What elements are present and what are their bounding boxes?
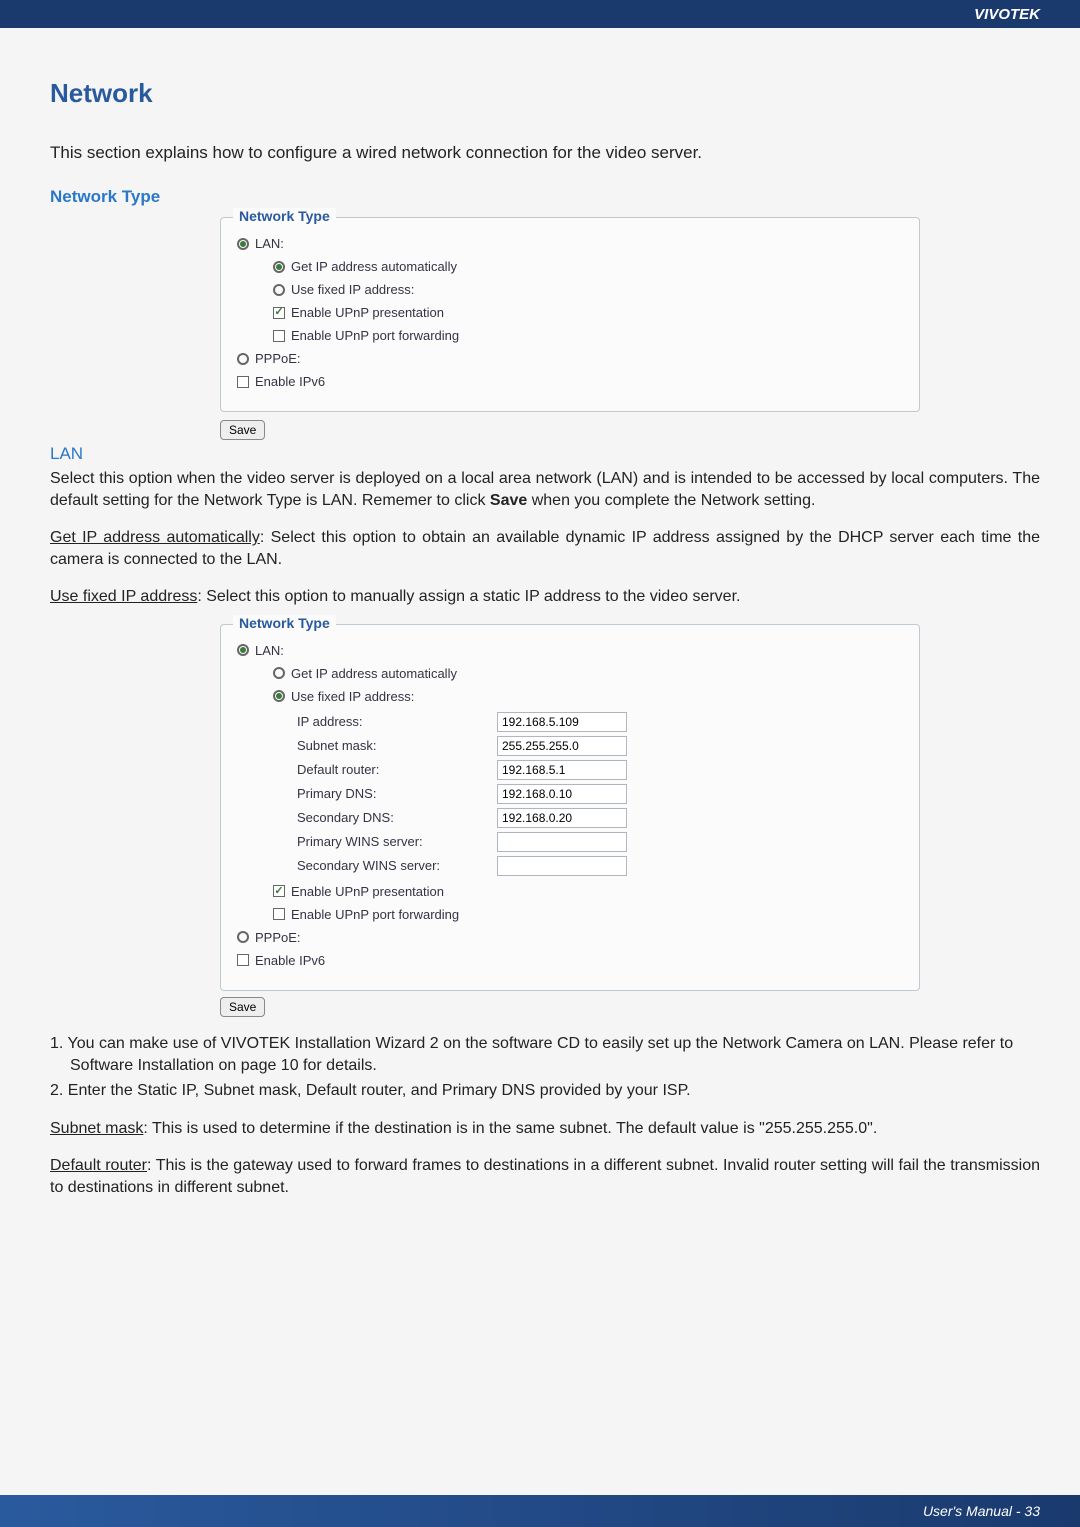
secondary-wins-label: Secondary WINS server: (297, 858, 497, 873)
note-1: 1. You can make use of VIVOTEK Installat… (50, 1033, 1040, 1076)
usefixed-description: Use fixed IP address: Select this option… (50, 586, 1040, 608)
subnet-mask-input[interactable] (497, 736, 627, 756)
primary-wins-input[interactable] (497, 832, 627, 852)
ipv6-label-2: Enable IPv6 (255, 953, 325, 968)
note-2: 2. Enter the Static IP, Subnet mask, Def… (50, 1080, 1040, 1102)
lan-label: LAN: (255, 236, 284, 251)
primary-wins-label: Primary WINS server: (297, 834, 497, 849)
network-type-box-2: Network Type LAN: Get IP address automat… (220, 624, 920, 991)
brand-logo: VIVOTEK (974, 6, 1040, 23)
network-type-legend-2: Network Type (233, 615, 336, 631)
network-type-box-1: Network Type LAN: Get IP address automat… (220, 217, 920, 412)
default-router-label: Default router: (297, 762, 497, 777)
pppoe-label-2: PPPoE: (255, 930, 301, 945)
radio-lan[interactable] (237, 238, 249, 250)
checkbox-upnp-port-2[interactable] (273, 908, 285, 920)
upnp-presentation-label: Enable UPnP presentation (291, 305, 444, 320)
primary-dns-input[interactable] (497, 784, 627, 804)
upnp-presentation-label-2: Enable UPnP presentation (291, 884, 444, 899)
upnp-port-label: Enable UPnP port forwarding (291, 328, 459, 343)
pppoe-label: PPPoE: (255, 351, 301, 366)
default-router-description: Default router: This is the gateway used… (50, 1155, 1040, 1198)
radio-lan-2[interactable] (237, 644, 249, 656)
lan-heading: LAN (50, 444, 1040, 464)
save-button-1[interactable]: Save (220, 420, 265, 440)
primary-dns-label: Primary DNS: (297, 786, 497, 801)
secondary-dns-label: Secondary DNS: (297, 810, 497, 825)
radio-pppoe[interactable] (237, 353, 249, 365)
subnet-mask-label: Subnet mask: (297, 738, 497, 753)
checkbox-ipv6-2[interactable] (237, 954, 249, 966)
network-type-heading: Network Type (50, 187, 1040, 207)
top-banner: VIVOTEK (0, 0, 1080, 28)
getip-description: Get IP address automatically: Select thi… (50, 527, 1040, 570)
page-footer: User's Manual - 33 (0, 1495, 1080, 1527)
ip-address-input[interactable] (497, 712, 627, 732)
radio-use-fixed[interactable] (273, 284, 285, 296)
footer-page-number: User's Manual - 33 (923, 1503, 1040, 1519)
checkbox-ipv6[interactable] (237, 376, 249, 388)
lan-label-2: LAN: (255, 643, 284, 658)
radio-pppoe-2[interactable] (237, 931, 249, 943)
secondary-wins-input[interactable] (497, 856, 627, 876)
intro-text: This section explains how to configure a… (50, 143, 1040, 163)
network-type-legend-1: Network Type (233, 208, 336, 224)
radio-use-fixed-2[interactable] (273, 690, 285, 702)
getip-auto-label-2: Get IP address automatically (291, 666, 457, 681)
checkbox-upnp-port[interactable] (273, 330, 285, 342)
radio-getip-auto-2[interactable] (273, 667, 285, 679)
getip-auto-label: Get IP address automatically (291, 259, 457, 274)
subnet-mask-description: Subnet mask: This is used to determine i… (50, 1118, 1040, 1140)
save-button-2[interactable]: Save (220, 997, 265, 1017)
radio-getip-auto[interactable] (273, 261, 285, 273)
ipv6-label: Enable IPv6 (255, 374, 325, 389)
default-router-input[interactable] (497, 760, 627, 780)
use-fixed-label-2: Use fixed IP address: (291, 689, 414, 704)
lan-description: Select this option when the video server… (50, 468, 1040, 511)
secondary-dns-input[interactable] (497, 808, 627, 828)
upnp-port-label-2: Enable UPnP port forwarding (291, 907, 459, 922)
ip-address-label: IP address: (297, 714, 497, 729)
checkbox-upnp-presentation[interactable] (273, 307, 285, 319)
page-title: Network (50, 78, 1040, 109)
checkbox-upnp-presentation-2[interactable] (273, 885, 285, 897)
page-content: Network This section explains how to con… (0, 28, 1080, 1295)
use-fixed-label: Use fixed IP address: (291, 282, 414, 297)
